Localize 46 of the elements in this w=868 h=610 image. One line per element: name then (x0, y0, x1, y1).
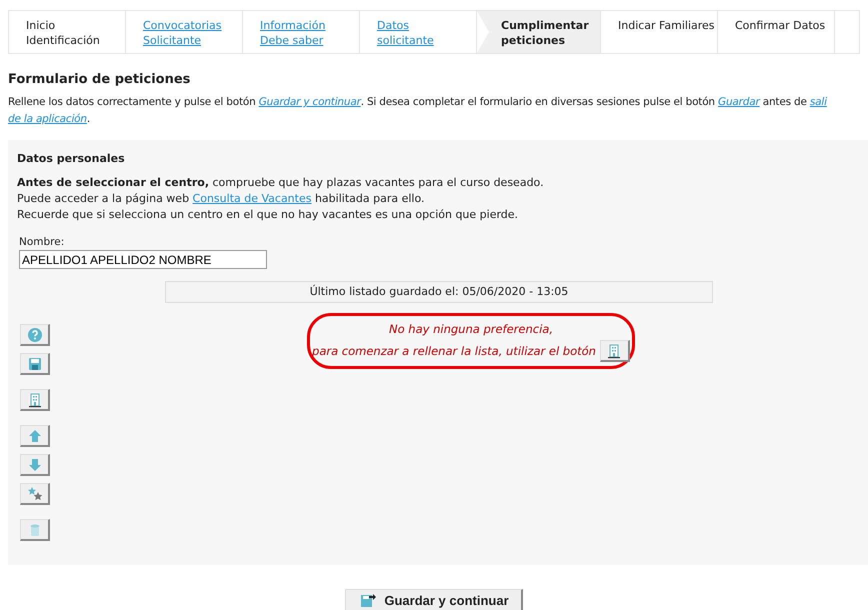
arrow-up-icon (26, 428, 42, 444)
step-link[interactable]: Debe saber (260, 33, 359, 48)
save-continue-icon (360, 592, 376, 608)
step-label: peticiones (501, 33, 566, 48)
inline-link[interactable]: sali (810, 96, 827, 108)
message-text: No hay ninguna preferencia, (389, 321, 553, 338)
move-down-button[interactable] (20, 454, 50, 476)
step-link[interactable]: Convocatorias (143, 18, 242, 33)
notice-text: Puede acceder a la página web Consulta de Vacantes habilitada para ello. (17, 191, 426, 207)
step-link[interactable]: Solicitante (143, 33, 242, 48)
message-text: para comenzar a rellenar la lista, utilizar el botón (312, 342, 596, 360)
help-icon (26, 326, 42, 342)
add-center-button[interactable] (600, 340, 630, 362)
last-saved-bar: Último listado guardado el: 05/06/2020 - 13:05 (165, 281, 713, 303)
wizard-step[interactable]: Cumplimentar peticiones (477, 11, 601, 53)
help-button[interactable] (20, 324, 50, 346)
step-link[interactable]: solicitante (377, 33, 476, 48)
priority-button[interactable] (20, 483, 50, 505)
name-field[interactable]: APELLIDO1 APELLIDO2 NOMBRE (19, 250, 267, 269)
save-continue-button[interactable]: Guardar y continuar (345, 589, 523, 610)
building-icon (606, 342, 622, 358)
arrow-down-icon (26, 456, 42, 472)
save-icon (26, 356, 42, 372)
page-title: Formulario de peticiones (8, 72, 192, 87)
inline-link[interactable]: de la aplicación (8, 113, 87, 125)
stars-icon (26, 486, 42, 502)
step-label: Indicar Familiares (618, 18, 716, 33)
step-link[interactable]: Datos (377, 18, 476, 33)
notice-text: Recuerde que si selecciona un centro en el que no hay vacantes es una opción que pierde. (17, 207, 520, 223)
inline-link[interactable]: Guardar (718, 96, 760, 108)
delete-button[interactable] (20, 519, 50, 541)
inline-link[interactable]: Guardar y continuar (258, 96, 361, 108)
move-up-button[interactable] (20, 425, 50, 447)
step-label: Cumplimentar (501, 18, 590, 33)
step-label: Inicio (26, 18, 56, 33)
add-center-button[interactable] (20, 389, 50, 411)
field-label: Nombre: (19, 236, 66, 248)
vacancies-link[interactable]: Consulta de Vacantes (192, 192, 312, 205)
notice-text: Antes de seleccionar el centro, compruebe que hay plazas vacantes para el curso deseado. (17, 175, 545, 191)
building-icon (26, 392, 42, 408)
step-label: Identificación (26, 33, 101, 48)
save-button[interactable] (20, 353, 50, 375)
step-link[interactable]: Información (260, 18, 359, 33)
section-heading: Datos personales (17, 152, 126, 165)
step-label: Confirmar Datos (735, 18, 826, 33)
intro-text: Rellene los datos correctamente y pulse el botón Guardar y continuar. Si desea completar el formulario en diversas sesiones pulse el botón Guardar antes de sali de la aplicación. (8, 95, 828, 127)
